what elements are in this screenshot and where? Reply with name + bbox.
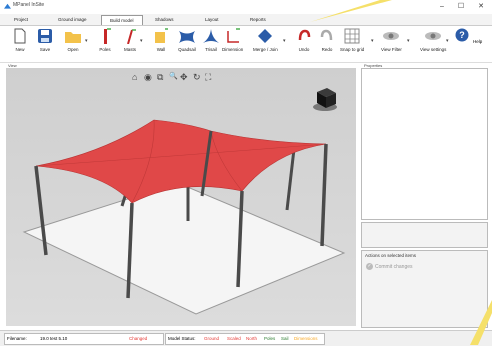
tab-reports[interactable]: Reports bbox=[250, 17, 266, 22]
svg-text:?: ? bbox=[459, 30, 465, 40]
trisail-label: Trisail bbox=[205, 47, 217, 52]
tab-project[interactable]: Project bbox=[14, 17, 28, 22]
tab-shadows[interactable]: Shadows bbox=[155, 17, 174, 22]
snap-to-grid-button[interactable]: Snap to grid bbox=[340, 28, 364, 52]
new-label: New bbox=[15, 47, 25, 52]
status-dimensions: Dimensions bbox=[294, 336, 318, 341]
trisail-button[interactable]: Trisail bbox=[202, 28, 220, 52]
snap-dropdown-caret[interactable]: ▾ bbox=[371, 38, 374, 44]
minimize-button[interactable]: – bbox=[435, 2, 449, 12]
merge-join-icon bbox=[258, 29, 273, 43]
scene-render bbox=[22, 88, 346, 315]
pole-back-right bbox=[285, 148, 296, 211]
status-poles: Poles bbox=[264, 336, 276, 341]
ground-plane bbox=[22, 182, 346, 315]
navigation-cube[interactable] bbox=[313, 88, 337, 111]
mast-icon bbox=[127, 29, 136, 44]
merge-join-button[interactable]: Merge / Join bbox=[253, 28, 278, 52]
help-button[interactable]: ? bbox=[455, 28, 469, 42]
save-icon bbox=[38, 29, 52, 43]
grid-icon bbox=[344, 28, 360, 44]
undo-button[interactable]: Undo bbox=[297, 28, 311, 52]
pole-right-edge bbox=[320, 143, 328, 247]
new-file-icon bbox=[14, 28, 26, 44]
check-icon: ✓ bbox=[366, 263, 373, 270]
undo-label: Undo bbox=[298, 47, 310, 52]
masts-dropdown-caret[interactable]: ▾ bbox=[140, 38, 143, 44]
open-label: Open bbox=[67, 47, 79, 52]
redo-label: Redo bbox=[321, 47, 333, 52]
commit-changes-label: Commit changes bbox=[375, 263, 413, 270]
poles-label: Poles bbox=[99, 47, 111, 52]
dimension-label: Dimension bbox=[222, 47, 244, 52]
wall-button[interactable]: Wall bbox=[153, 28, 169, 52]
dimension-icon bbox=[226, 28, 240, 43]
help-icon: ? bbox=[455, 28, 469, 42]
quadsail-label: Quadsail bbox=[178, 47, 196, 52]
view-settings-button[interactable]: View settings bbox=[420, 28, 446, 52]
quadsail-icon bbox=[179, 31, 195, 43]
view-settings-label: View settings bbox=[420, 47, 447, 52]
menu-bar: Project Ground image Build model Shadows… bbox=[0, 14, 492, 26]
status-ground: Ground bbox=[204, 336, 220, 341]
quadsail-button[interactable]: Quadsail bbox=[178, 28, 196, 52]
app-logo-icon bbox=[4, 3, 11, 9]
title-bar: MPanel InSite – ☐ ✕ bbox=[0, 0, 492, 14]
wall-label: Wall bbox=[156, 47, 166, 52]
open-folder-icon bbox=[65, 32, 81, 43]
trisail-icon bbox=[203, 29, 219, 43]
merge-dropdown-caret[interactable]: ▾ bbox=[283, 38, 286, 44]
wall-icon bbox=[155, 28, 168, 43]
status-north: North bbox=[246, 336, 258, 341]
status-sail: Sail bbox=[281, 336, 289, 341]
snap-to-grid-label: Snap to grid bbox=[340, 47, 365, 52]
commit-changes-button[interactable]: ✓ Commit changes bbox=[366, 263, 413, 270]
help-label: Help bbox=[473, 39, 483, 44]
view-filter-button[interactable]: View Filter bbox=[381, 28, 402, 52]
ribbon-toolbar: New Save Open ▾ Poles Masts ▾ Wall Quads… bbox=[0, 26, 492, 63]
new-button[interactable]: New bbox=[14, 28, 26, 52]
view-settings-caret[interactable]: ▾ bbox=[446, 38, 449, 44]
masts-button[interactable]: Masts bbox=[123, 28, 137, 52]
changed-indicator: Changed bbox=[129, 336, 148, 341]
merge-join-label: Merge / Join bbox=[253, 47, 278, 52]
eye-icon bbox=[383, 32, 400, 40]
poles-button[interactable]: Poles bbox=[98, 28, 112, 52]
eye-settings-icon bbox=[425, 32, 442, 40]
status-bar: Filename: 19.0 test 5.10 Changed Model S… bbox=[0, 330, 492, 346]
view-filter-caret[interactable]: ▾ bbox=[407, 38, 410, 44]
pole-icon bbox=[104, 28, 111, 44]
tab-ground-image[interactable]: Ground image bbox=[58, 17, 87, 22]
filename-label: Filename: bbox=[7, 336, 27, 341]
filename-value: 19.0 test 5.10 bbox=[40, 336, 68, 341]
3d-viewport[interactable]: ⌂ ◉ ⧉ 🔍 ✥ ↻ ⛶ bbox=[6, 68, 356, 326]
tab-build-model[interactable]: Build model bbox=[101, 15, 143, 25]
open-button[interactable]: Open bbox=[64, 28, 82, 52]
status-scaled: Scaled bbox=[227, 336, 241, 341]
tab-layout[interactable]: Layout bbox=[205, 17, 219, 22]
pole-front-left bbox=[34, 165, 48, 256]
redo-icon bbox=[320, 29, 333, 41]
open-dropdown-caret[interactable]: ▾ bbox=[85, 38, 88, 44]
save-button[interactable]: Save bbox=[37, 28, 53, 52]
view-filter-label: View Filter bbox=[381, 47, 402, 52]
maximize-button[interactable]: ☐ bbox=[454, 2, 468, 12]
app-window: MPanel InSite – ☐ ✕ Project Ground image… bbox=[0, 0, 492, 346]
dimension-button[interactable]: Dimension bbox=[222, 28, 243, 52]
save-label: Save bbox=[39, 47, 51, 52]
masts-label: Masts bbox=[123, 47, 136, 52]
undo-icon bbox=[298, 29, 311, 41]
actions-panel: Actions on selected items ✓ Commit change… bbox=[361, 250, 488, 328]
window-title: MPanel InSite bbox=[13, 2, 45, 8]
properties-footer bbox=[361, 222, 488, 248]
close-button[interactable]: ✕ bbox=[474, 2, 488, 12]
redo-button[interactable]: Redo bbox=[320, 28, 334, 52]
actions-title: Actions on selected items bbox=[365, 253, 417, 258]
model-status-label: Model Status: bbox=[168, 336, 196, 341]
properties-panel bbox=[361, 68, 488, 220]
